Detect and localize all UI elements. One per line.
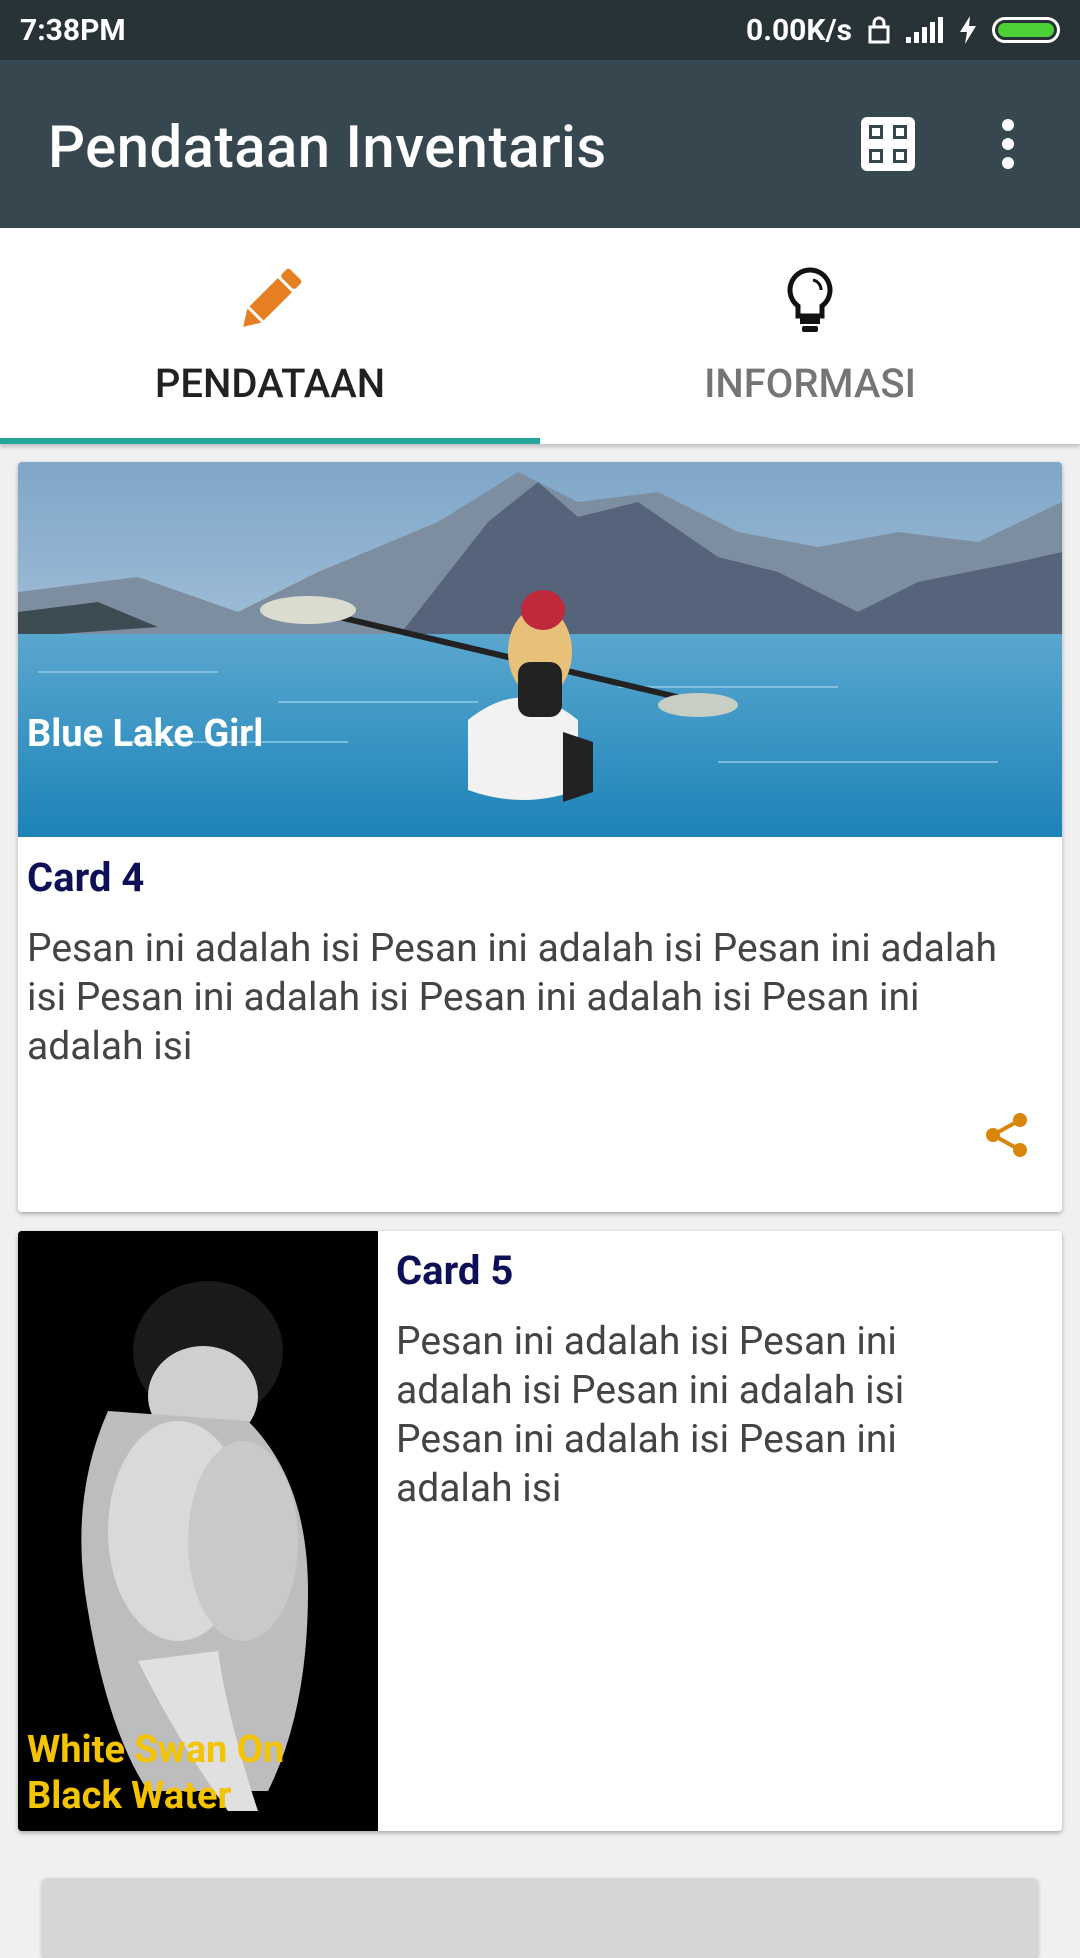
bottom-action-button[interactable] [42,1878,1038,1958]
pencil-icon [243,268,302,327]
network-speed: 0.00K/s [746,12,852,48]
tab-pendataan[interactable]: PENDATAAN [0,228,540,444]
lightbulb-icon [787,267,833,332]
tab-indicator [0,438,540,444]
signal-icon [906,17,943,43]
charging-icon [960,16,976,44]
card-image-lake: Blue Lake Girl [18,462,1062,837]
card-title: Card 5 [396,1247,514,1294]
app-bar: Pendataan Inventaris [0,60,1080,228]
overflow-menu-icon[interactable] [978,114,1038,174]
share-icon[interactable] [984,1112,1030,1162]
card-5[interactable]: White Swan On Black Water Card 5 Pesan i… [18,1231,1062,1831]
card-body: Pesan ini adalah isi Pesan ini adalah is… [27,925,997,1069]
status-icons: 0.00K/s [746,13,1060,48]
card-4[interactable]: Blue Lake Girl Card 4 Pesan ini adalah i… [18,462,1062,1212]
card-image-caption: White Swan On Black Water [27,1728,285,1818]
app-title: Pendataan Inventaris [48,114,607,182]
card-title: Card 4 [27,854,145,901]
card-image-caption: Blue Lake Girl [27,712,264,756]
lock-icon [868,16,890,44]
card-image-swan: White Swan On Black Water [18,1231,378,1831]
scan-icon[interactable] [858,114,918,174]
tab-label-informasi: INFORMASI [704,360,916,407]
tab-label-pendataan: PENDATAAN [154,360,386,407]
tab-informasi[interactable]: INFORMASI [540,228,1080,444]
status-time: 7:38PM [20,12,126,48]
status-bar: 7:38PM 0.00K/s [0,0,1080,60]
battery-icon [992,17,1060,43]
tab-bar: PENDATAAN INFORMASI [0,228,1080,444]
card-body: Pesan ini adalah isi Pesan ini adalah is… [396,1318,905,1511]
